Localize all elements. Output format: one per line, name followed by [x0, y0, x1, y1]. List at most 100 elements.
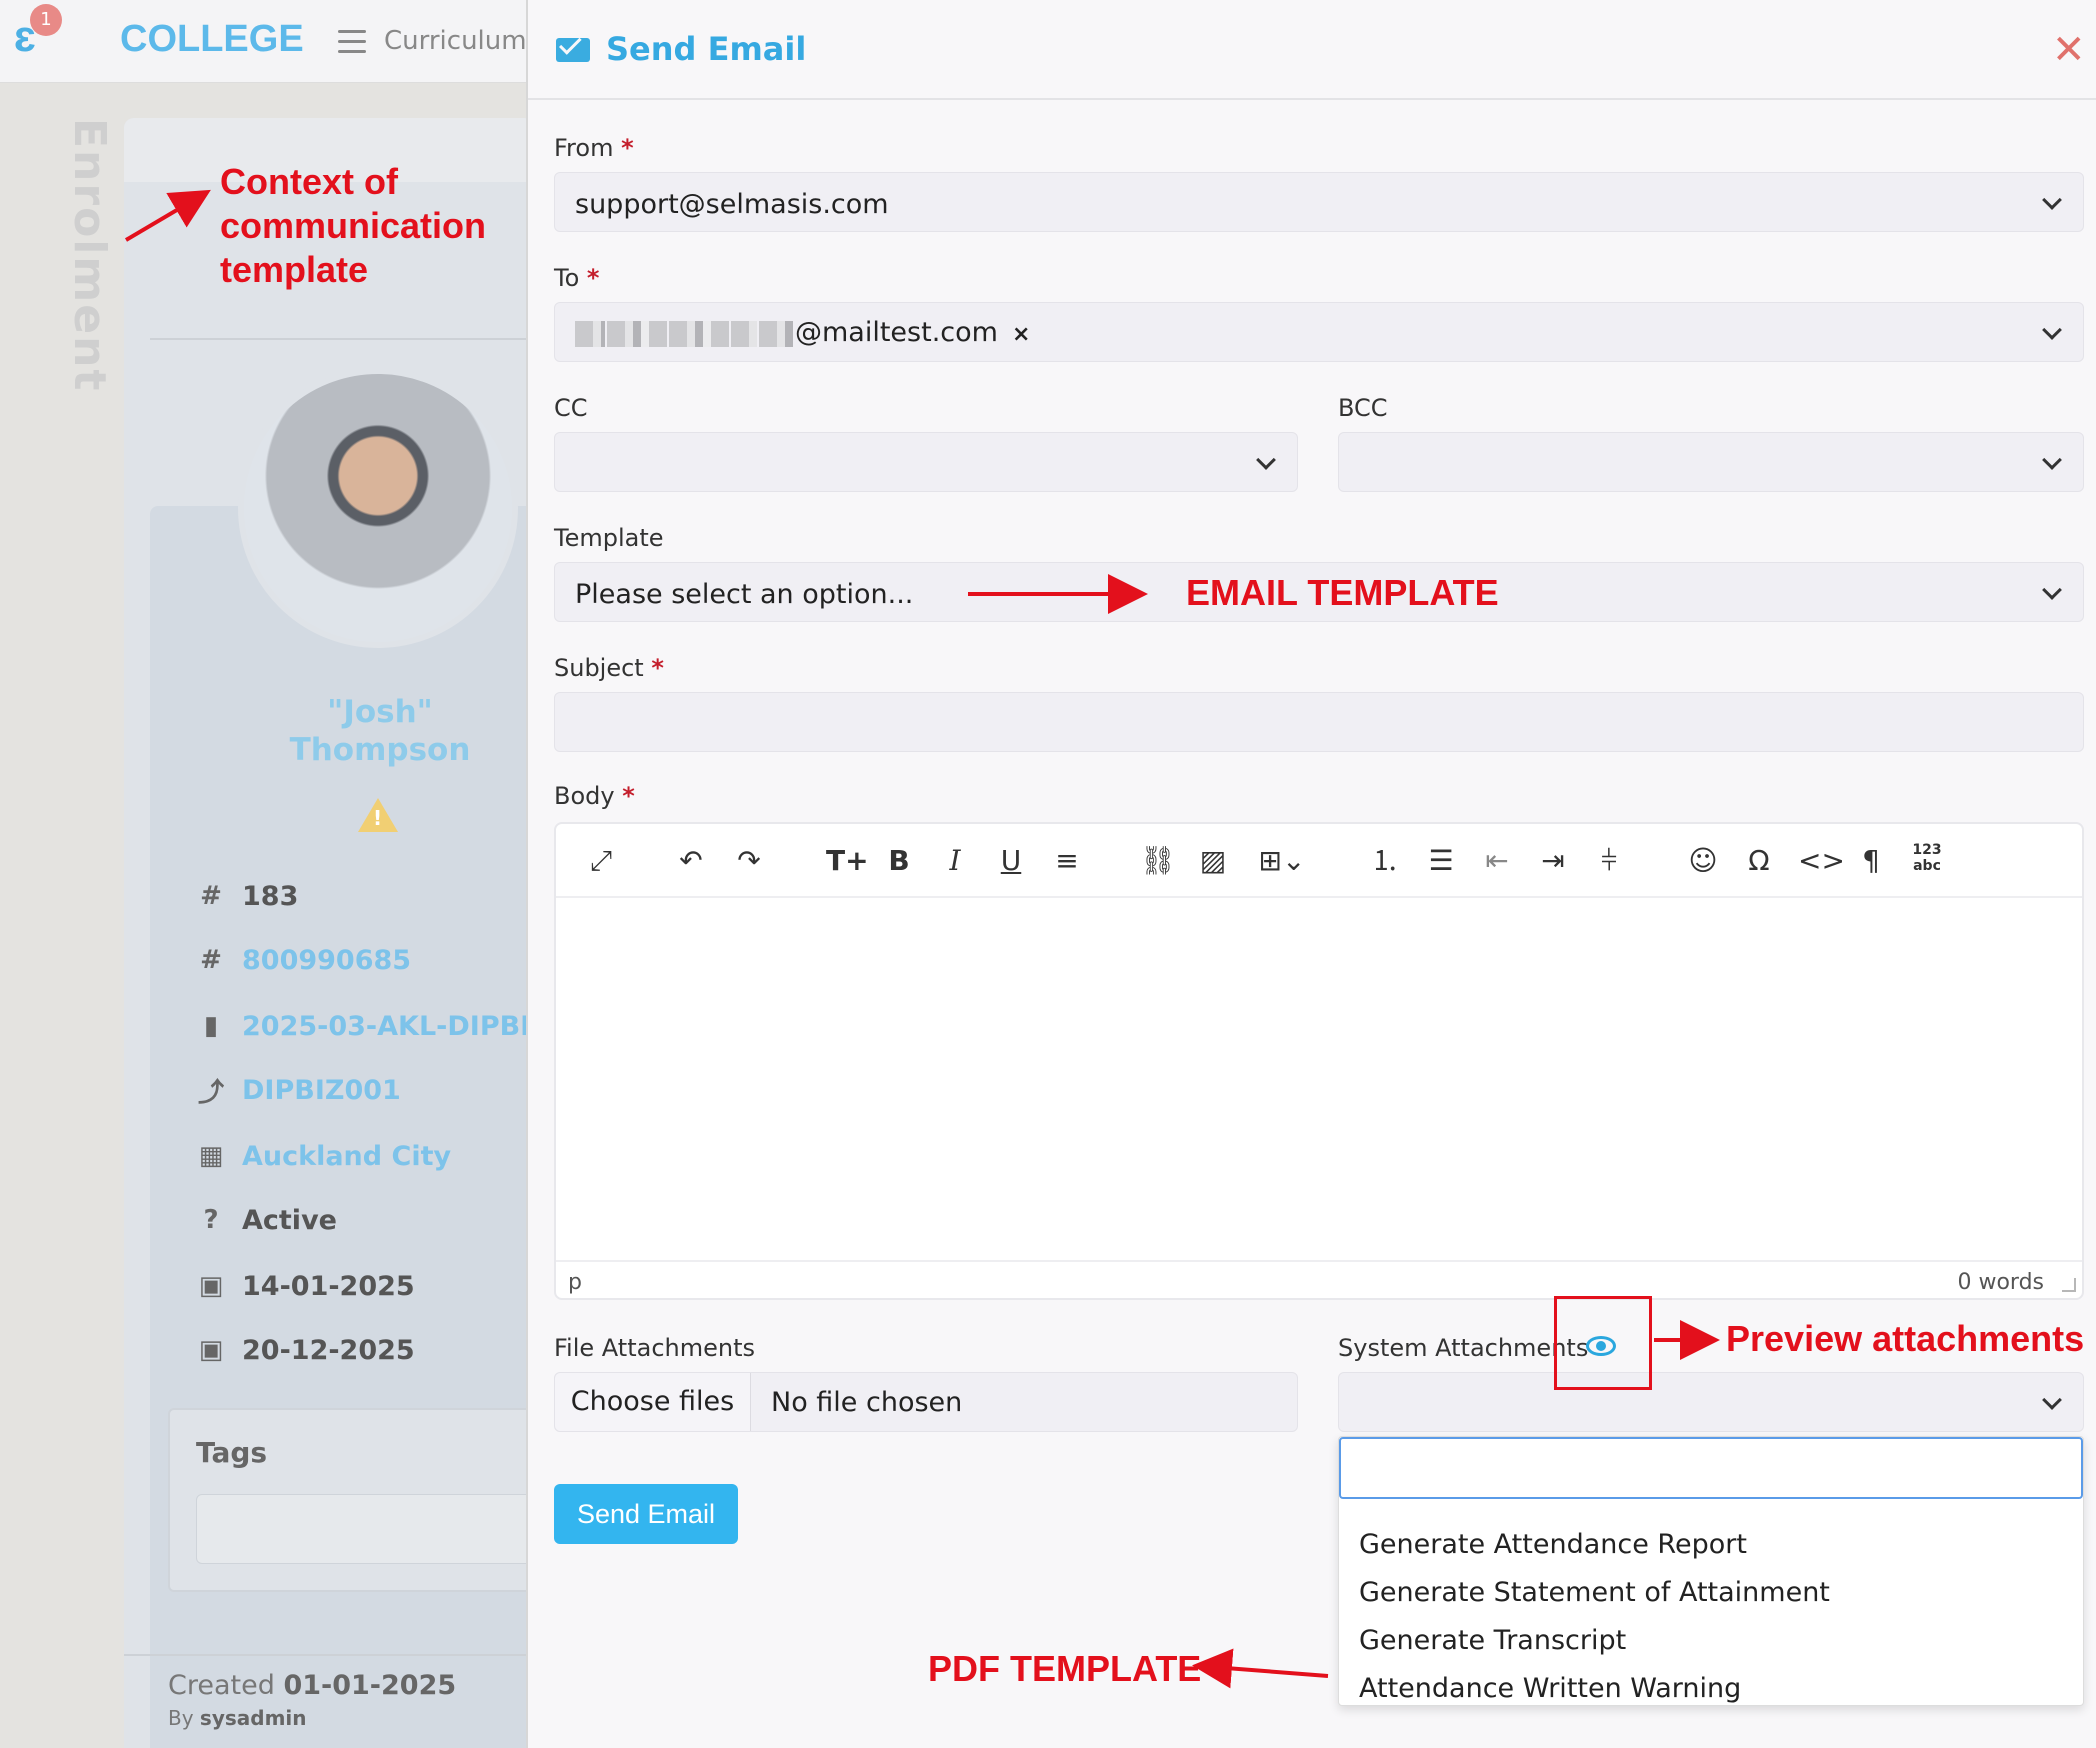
- student-info-value: 14-01-2025: [242, 1270, 415, 1302]
- recipient-tag[interactable]: @mailtest.com ×: [575, 317, 1030, 348]
- chevron-down-icon: [2042, 580, 2062, 600]
- bullet-list-icon[interactable]: ☰: [1424, 842, 1458, 880]
- close-icon[interactable]: ✕: [2052, 30, 2086, 70]
- student-info-row[interactable]: ⤴ DIPBIZ001: [196, 1070, 401, 1110]
- to-select[interactable]: @mailtest.com ×: [554, 302, 2084, 362]
- image-icon[interactable]: ▨: [1196, 842, 1230, 880]
- option-statement-of-attainment[interactable]: Generate Statement of Attainment: [1359, 1577, 1830, 1608]
- indent-icon[interactable]: ⇥: [1536, 842, 1570, 880]
- ordered-list-icon[interactable]: ⒈: [1368, 842, 1402, 880]
- calendar-icon: ▣: [198, 1335, 224, 1365]
- send-email-modal: Send Email ✕ From * support@selmasis.com…: [526, 0, 2096, 1748]
- resize-handle-icon[interactable]: [2062, 1278, 2076, 1292]
- tags-title: Tags: [196, 1436, 268, 1469]
- link-icon[interactable]: ⛓: [1140, 842, 1176, 880]
- notification-badge[interactable]: 1: [30, 4, 62, 36]
- annotation-email-template: EMAIL TEMPLATE: [1186, 572, 1499, 613]
- bold-icon[interactable]: B: [882, 842, 916, 880]
- tags-panel: Tags: [168, 1408, 538, 1592]
- fullscreen-icon[interactable]: ⤢: [584, 842, 618, 880]
- question-circle-icon: ?: [203, 1205, 219, 1235]
- special-character-icon[interactable]: Ω: [1742, 842, 1776, 880]
- emoji-icon[interactable]: ☺: [1686, 842, 1720, 880]
- turn-up-icon: ⤴: [197, 1077, 224, 1108]
- modal-title: Send Email: [606, 30, 807, 68]
- page-break-icon[interactable]: ⫩: [1592, 842, 1626, 880]
- student-info-value[interactable]: DIPBIZ001: [242, 1075, 401, 1106]
- show-blocks-icon[interactable]: ¶: [1854, 842, 1888, 880]
- from-label: From *: [554, 134, 634, 162]
- template-label: Template: [554, 524, 664, 552]
- bcc-label: BCC: [1338, 394, 1388, 422]
- student-info-row[interactable]: ▦ Auckland City: [196, 1136, 451, 1176]
- student-info-value[interactable]: Auckland City: [242, 1141, 451, 1172]
- font-size-icon[interactable]: T+: [826, 842, 869, 880]
- menu-icon[interactable]: [338, 30, 366, 60]
- to-label: To *: [554, 264, 600, 292]
- send-email-button[interactable]: Send Email: [554, 1484, 738, 1544]
- remove-recipient-icon[interactable]: ×: [1012, 322, 1030, 347]
- redo-icon[interactable]: ↷: [732, 842, 766, 880]
- nav-curriculum[interactable]: Curriculum: [384, 26, 527, 56]
- choose-files-button[interactable]: Choose files: [555, 1373, 751, 1431]
- hash-icon: #: [200, 881, 222, 911]
- student-info-row: ? Active: [196, 1200, 337, 1240]
- bcc-select[interactable]: [1338, 432, 2084, 492]
- student-info-row: ▣ 14-01-2025: [196, 1266, 415, 1306]
- file-input[interactable]: Choose files No file chosen: [554, 1372, 1298, 1432]
- chevron-down-icon: [2042, 1390, 2062, 1410]
- system-attachments-dropdown: Generate Attendance Report Generate Stat…: [1338, 1436, 2084, 1706]
- subject-input[interactable]: [554, 692, 2084, 752]
- top-bar: ɛ 1 COLLEGE Curriculum: [0, 0, 530, 83]
- hash-icon: #: [200, 945, 222, 975]
- annotation-pdf-template: PDF TEMPLATE: [928, 1648, 1202, 1689]
- created-info: Created 01-01-2025: [168, 1670, 457, 1701]
- editor-toolbar: ⤢ ↶ ↷ T+ B I U ≡ ⛓ ▨ ⊞⌄ ⒈ ☰ ⇤ ⇥ ⫩ ☺ Ω <>…: [556, 824, 2082, 898]
- section-label: Enrolment: [64, 118, 115, 393]
- chevron-down-icon: [2042, 450, 2062, 470]
- option-attendance-warning[interactable]: Attendance Written Warning: [1359, 1673, 1741, 1704]
- annotation-context: Context of communication template: [220, 161, 487, 290]
- file-status: No file chosen: [771, 1387, 963, 1418]
- created-by: By sysadmin: [168, 1706, 307, 1730]
- annotation-preview-attachments: Preview attachments: [1726, 1318, 2085, 1359]
- student-info-value: Active: [242, 1204, 337, 1236]
- chevron-down-icon: [1256, 450, 1276, 470]
- code-icon[interactable]: <>: [1798, 842, 1845, 880]
- student-info-row[interactable]: #800990685: [196, 940, 411, 980]
- word-count: 0 words: [1957, 1270, 2044, 1295]
- italic-icon[interactable]: I: [938, 842, 972, 880]
- student-info-value: 183: [242, 880, 299, 912]
- student-info-row[interactable]: ▮ 2025-03-AKL-DIPBIZ0: [196, 1006, 569, 1046]
- student-info-row: #183: [196, 876, 298, 916]
- option-transcript[interactable]: Generate Transcript: [1359, 1625, 1626, 1656]
- student-avatar: [238, 368, 518, 648]
- student-info-value[interactable]: 2025-03-AKL-DIPBIZ0: [242, 1011, 569, 1042]
- system-attachments-select[interactable]: [1338, 1372, 2084, 1432]
- body-editor[interactable]: ⤢ ↶ ↷ T+ B I U ≡ ⛓ ▨ ⊞⌄ ⒈ ☰ ⇤ ⇥ ⫩ ☺ Ω <>…: [554, 822, 2084, 1300]
- element-path[interactable]: p: [568, 1270, 582, 1295]
- modal-header: Send Email ✕: [528, 0, 2096, 100]
- align-left-icon[interactable]: ≡: [1050, 842, 1084, 880]
- from-select[interactable]: support@selmasis.com: [554, 172, 2084, 232]
- outdent-icon[interactable]: ⇤: [1480, 842, 1514, 880]
- dropdown-search-input[interactable]: [1339, 1437, 2083, 1499]
- student-info-value[interactable]: 800990685: [242, 945, 411, 976]
- chevron-down-icon: [2042, 320, 2062, 340]
- option-attendance-report[interactable]: Generate Attendance Report: [1359, 1529, 1747, 1560]
- annotation-highlight-box: [1554, 1296, 1652, 1390]
- student-surname: Thompson: [289, 732, 471, 768]
- building-icon: ▦: [198, 1141, 224, 1171]
- envelope-icon: [556, 38, 590, 62]
- tags-input[interactable]: [196, 1494, 536, 1564]
- brand-title[interactable]: COLLEGE: [120, 18, 304, 61]
- subject-label: Subject *: [554, 654, 664, 682]
- book-icon: ▮: [203, 1011, 219, 1041]
- cc-select[interactable]: [554, 432, 1298, 492]
- underline-icon[interactable]: U: [994, 842, 1028, 880]
- calendar-icon: ▣: [198, 1271, 224, 1301]
- table-icon[interactable]: ⊞⌄: [1252, 842, 1312, 880]
- undo-icon[interactable]: ↶: [674, 842, 708, 880]
- body-label: Body *: [554, 782, 635, 810]
- word-count-icon[interactable]: 123 abc: [1910, 842, 1944, 880]
